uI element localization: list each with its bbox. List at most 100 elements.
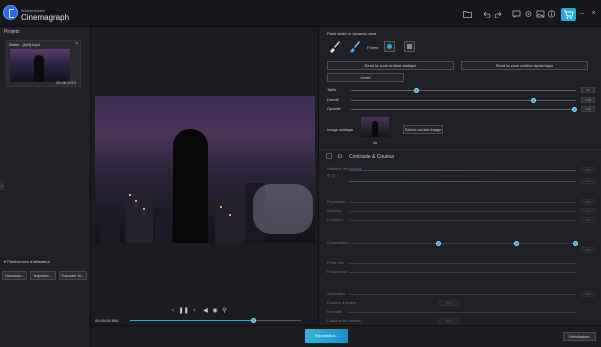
pause-icon[interactable]: ❚❚ [179, 308, 189, 314]
colorize-knob-3[interactable] [573, 241, 578, 246]
next-frame-icon[interactable]: › [193, 308, 195, 314]
dynamic-zone-button[interactable]: Rend la zone entière dynamique [461, 61, 588, 70]
colorize-knob-2[interactable] [514, 241, 519, 246]
invert-button[interactable]: Invert [327, 73, 404, 82]
static-image-thumbnail[interactable] [361, 117, 389, 137]
tint-value[interactable]: 0.00 [581, 178, 595, 184]
circle-shape-button[interactable] [384, 41, 395, 52]
volume-icon[interactable]: ◀ [203, 308, 208, 314]
hardness-slider[interactable] [351, 100, 576, 101]
highlights-slider[interactable] [349, 220, 576, 221]
video-preview[interactable] [95, 96, 315, 243]
info-icon[interactable] [547, 10, 556, 18]
preferences-title[interactable]: ▾ Préférences d'utilisateur [4, 259, 50, 264]
undo-icon[interactable] [482, 10, 491, 19]
dynamic-brush-icon[interactable] [347, 39, 361, 53]
project-name: Water - (left).mp4 [9, 42, 40, 47]
colorize-knob-1[interactable] [436, 241, 441, 246]
white-point-slider[interactable] [349, 272, 576, 273]
app-logo-icon [3, 5, 18, 20]
size-slider[interactable] [351, 90, 576, 91]
intensity-label: Intensité [327, 309, 343, 314]
close-icon[interactable]: × [589, 10, 598, 18]
tint-slider[interactable] [349, 181, 576, 182]
minimize-icon[interactable]: – [578, 10, 587, 18]
building [155, 208, 171, 243]
highlights-value[interactable]: 0.00 [581, 217, 595, 223]
colorize-value[interactable]: 0.00 [581, 247, 595, 253]
thumbnail-silhouette [34, 55, 44, 82]
export-button[interactable]: Exportation... [305, 329, 348, 343]
projects-panel: Projets Water - (left).mp4 × 25.08.2019 … [0, 27, 91, 347]
export-preset-button[interactable]: Exporter to... [59, 271, 87, 280]
playback-time: 00:00:04.866 [95, 318, 119, 323]
building [215, 198, 245, 243]
new-preset-button[interactable]: Nouveau... [2, 271, 27, 280]
divider [319, 149, 601, 150]
circle-icon [387, 44, 392, 49]
cart-icon[interactable] [561, 8, 576, 21]
folder-icon[interactable] [463, 10, 472, 18]
window-light [143, 208, 145, 210]
hardness-slider-knob[interactable] [531, 98, 537, 103]
static-brush-icon[interactable] [327, 39, 341, 53]
import-preset-button[interactable]: Importer... [30, 271, 56, 280]
exposure-value[interactable]: 0.00 [581, 199, 595, 205]
size-value[interactable]: 46 [581, 87, 595, 93]
pin-icon[interactable]: ⚲ [222, 308, 226, 314]
playback-knob[interactable] [251, 318, 257, 323]
temperature-value[interactable]: 0.00 [581, 167, 595, 173]
colorize-slider[interactable] [349, 243, 576, 244]
hardness-value[interactable]: 1.00 [581, 97, 595, 103]
redo-icon[interactable] [494, 10, 503, 19]
window-light [129, 194, 131, 196]
thumbnail-silhouette [372, 121, 378, 137]
title-bar: Wondershare Cinemagraph – × [0, 0, 601, 27]
project-card[interactable]: Water - (left).mp4 × 25.08.2019 [6, 40, 81, 87]
temperature-slider[interactable] [349, 170, 576, 171]
image-icon[interactable] [536, 10, 545, 18]
static-zone-button[interactable]: Rend la zone entière statique [327, 61, 454, 70]
eye-icon[interactable]: ◉ [212, 308, 217, 314]
shadows-slider[interactable] [349, 211, 576, 212]
chat-icon[interactable] [512, 10, 521, 18]
building [100, 203, 120, 243]
saturation-value[interactable]: 0.00 [581, 291, 595, 297]
shadow-color-value[interactable]: 0.00 [439, 300, 459, 306]
close-icon[interactable]: × [75, 41, 78, 47]
opacity-slider[interactable] [351, 109, 576, 110]
settings-icon[interactable] [524, 10, 533, 18]
shadow-color-label: Couleur d'ombre [327, 300, 357, 305]
color-section-toggle[interactable] [326, 153, 332, 159]
project-date: 25.08.2019 [55, 80, 76, 85]
exposure-label: Exposition [327, 199, 346, 204]
saturation-slider[interactable] [349, 294, 576, 295]
eyedropper-icon[interactable]: ✎ ◫ [327, 173, 335, 178]
collapse-panel-icon[interactable]: ‹ [0, 181, 4, 190]
prev-frame-icon[interactable]: ‹ [172, 308, 174, 314]
shadows-label: Ombres [327, 208, 342, 213]
static-image-sub: ok [373, 140, 378, 145]
settings-panel: Paint static or dynamic area Forme Rend … [318, 27, 601, 347]
project-thumbnail[interactable] [10, 49, 70, 82]
intensity-slider[interactable] [349, 312, 576, 313]
opacity-value[interactable]: 1.00 [581, 106, 595, 112]
exposure-slider[interactable] [349, 202, 576, 203]
opacity-slider-knob[interactable] [571, 107, 577, 112]
size-label: Taille [327, 87, 337, 92]
select-current-image-button[interactable]: Select current image [403, 125, 443, 134]
person-silhouette [173, 129, 208, 243]
shadows-value[interactable]: 0.00 [581, 208, 595, 214]
square-shape-button[interactable] [404, 41, 415, 52]
reset-button[interactable]: Réinitialiser [563, 332, 596, 341]
black-point-label: Point noir [327, 260, 344, 265]
square-icon [407, 44, 412, 49]
size-slider-knob[interactable] [414, 88, 420, 93]
color-section-title: Contraste & Couleur [349, 154, 395, 160]
playback-controls: ‹ ❚❚ › ◀ ◉ ⚲ [172, 307, 227, 314]
dynamic-area-mask[interactable] [253, 184, 313, 234]
black-point-slider[interactable] [349, 263, 576, 264]
app-title: Cinemagraph [21, 13, 70, 22]
highlight-color-value[interactable]: 0.00 [439, 318, 459, 324]
saturation-label: Saturation [327, 291, 346, 296]
